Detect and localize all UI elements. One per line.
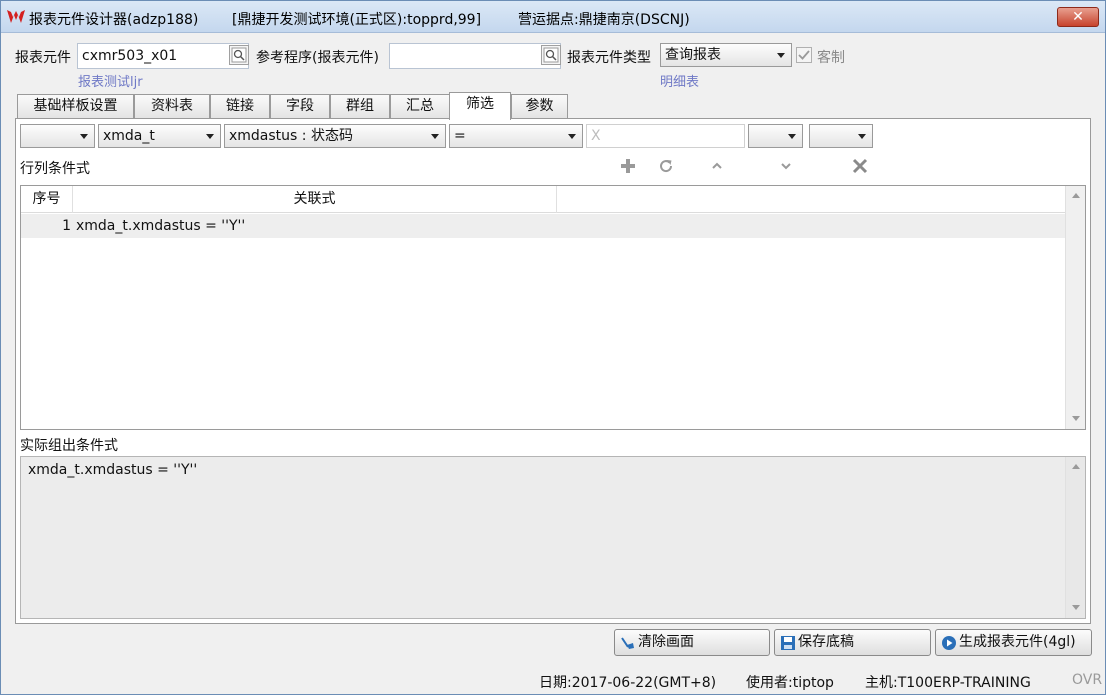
row-seq: 1 <box>62 218 71 234</box>
save-draft-button[interactable]: 保存底稿 <box>774 629 931 656</box>
status-mode: OVR <box>1072 672 1103 688</box>
ref-program-lookup-button[interactable] <box>541 45 561 65</box>
actual-conditions-label: 实际组出条件式 <box>20 438 118 454</box>
tab-data-table[interactable]: 资料表 <box>134 94 210 119</box>
scroll-up-icon[interactable] <box>1072 464 1080 469</box>
close-paren-select[interactable] <box>748 124 803 148</box>
logic-select[interactable] <box>809 124 873 148</box>
app-logo-icon <box>7 10 25 23</box>
textarea-scrollbar[interactable] <box>1065 457 1085 618</box>
tab-group[interactable]: 群组 <box>330 94 390 119</box>
chevron-down-icon <box>568 134 576 139</box>
title-bar: 报表元件设计器(adzp188) [鼎捷开发测试环境(正式区):topprd,9… <box>1 1 1105 33</box>
row-conditions-label: 行列条件式 <box>20 161 90 177</box>
ref-program-label: 参考程序(报表元件) <box>256 50 379 66</box>
actual-conditions-value: xmda_t.xmdastus = ''Y'' <box>28 462 198 478</box>
move-up-icon[interactable] <box>708 157 726 175</box>
chevron-down-icon <box>777 53 785 58</box>
component-label: 报表元件 <box>15 50 71 66</box>
status-date: 日期:2017-06-22(GMT+8) <box>539 675 717 691</box>
generate-component-label: 生成报表元件(4gl) <box>959 634 1076 650</box>
eraser-icon <box>621 637 634 649</box>
save-icon <box>781 636 795 650</box>
table-value: xmda_t <box>103 128 155 144</box>
add-icon[interactable] <box>619 157 637 175</box>
table-select[interactable]: xmda_t <box>98 124 221 148</box>
actual-conditions-text[interactable]: xmda_t.xmdastus = ''Y'' <box>20 456 1086 619</box>
component-type-value: 查询报表 <box>665 47 721 63</box>
window-title-env: [鼎捷开发测试环境(正式区):topprd,99] <box>232 12 482 28</box>
generate-component-button[interactable]: 生成报表元件(4gl) <box>935 629 1092 656</box>
save-draft-label: 保存底稿 <box>798 634 854 650</box>
component-type-select[interactable]: 查询报表 <box>660 43 792 67</box>
custom-checkbox[interactable] <box>796 47 812 63</box>
grid-header: 序号 关联式 <box>21 186 1065 213</box>
tab-filter[interactable]: 筛选 <box>449 92 511 120</box>
chevron-down-icon <box>858 134 866 139</box>
operator-value: = <box>454 128 466 144</box>
refresh-icon[interactable] <box>657 157 675 175</box>
col-header-expr[interactable]: 关联式 <box>73 186 557 213</box>
custom-label: 客制 <box>817 50 845 66</box>
status-user: 使用者:tiptop <box>746 675 834 691</box>
conditions-grid: 序号 关联式 1 xmda_t.xmdastus = ''Y'' <box>20 185 1086 430</box>
col-header-seq[interactable]: 序号 <box>21 186 73 213</box>
status-host: 主机:T100ERP-TRAINING <box>865 675 1031 691</box>
status-bar: 日期:2017-06-22(GMT+8) 使用者:tiptop 主机:T100E… <box>1 668 1105 694</box>
tab-link[interactable]: 链接 <box>210 94 270 119</box>
tab-basic-template[interactable]: 基础样板设置 <box>17 94 134 119</box>
scroll-down-icon[interactable] <box>1072 605 1080 610</box>
grid-scrollbar[interactable] <box>1065 186 1085 429</box>
window-title-site: 营运据点:鼎捷南京(DSCNJ) <box>518 12 690 28</box>
close-button[interactable]: ✕ <box>1057 7 1099 27</box>
chevron-down-icon <box>788 134 796 139</box>
play-icon <box>942 636 956 650</box>
field-select[interactable]: xmdastus : 状态码 <box>224 124 446 148</box>
checkmark-icon <box>798 50 810 60</box>
tab-summary[interactable]: 汇总 <box>390 94 450 119</box>
tab-field[interactable]: 字段 <box>270 94 330 119</box>
field-value: xmdastus : 状态码 <box>229 128 353 144</box>
tab-parameters[interactable]: 参数 <box>511 94 568 119</box>
chevron-down-icon <box>80 134 88 139</box>
delete-icon[interactable] <box>851 157 869 175</box>
component-type-description: 明细表 <box>660 75 700 90</box>
clear-screen-label: 清除画面 <box>638 634 694 650</box>
component-type-label: 报表元件类型 <box>567 50 651 66</box>
scroll-down-icon[interactable] <box>1072 416 1080 421</box>
ref-program-input[interactable] <box>389 43 561 69</box>
open-paren-select[interactable] <box>20 124 95 148</box>
clear-screen-button[interactable]: 清除画面 <box>614 629 770 656</box>
lookup-icon <box>231 47 247 63</box>
scroll-up-icon[interactable] <box>1072 193 1080 198</box>
chevron-down-icon <box>206 134 214 139</box>
chevron-down-icon <box>431 134 439 139</box>
value-placeholder: X <box>591 128 601 144</box>
component-value: cxmr503_x01 <box>82 48 178 64</box>
designer-window: 报表元件设计器(adzp188) [鼎捷开发测试环境(正式区):topprd,9… <box>0 0 1106 695</box>
move-down-icon[interactable] <box>777 157 795 175</box>
component-lookup-button[interactable] <box>229 45 249 65</box>
value-input[interactable]: X <box>586 124 745 148</box>
table-row[interactable]: 1 xmda_t.xmdastus = ''Y'' <box>21 214 1065 238</box>
component-description: 报表测试ljr <box>78 75 143 90</box>
component-input[interactable]: cxmr503_x01 <box>77 43 249 69</box>
lookup-icon <box>543 47 559 63</box>
window-title-app: 报表元件设计器(adzp188) <box>29 12 199 28</box>
row-expr: xmda_t.xmdastus = ''Y'' <box>76 218 246 234</box>
operator-select[interactable]: = <box>449 124 583 148</box>
